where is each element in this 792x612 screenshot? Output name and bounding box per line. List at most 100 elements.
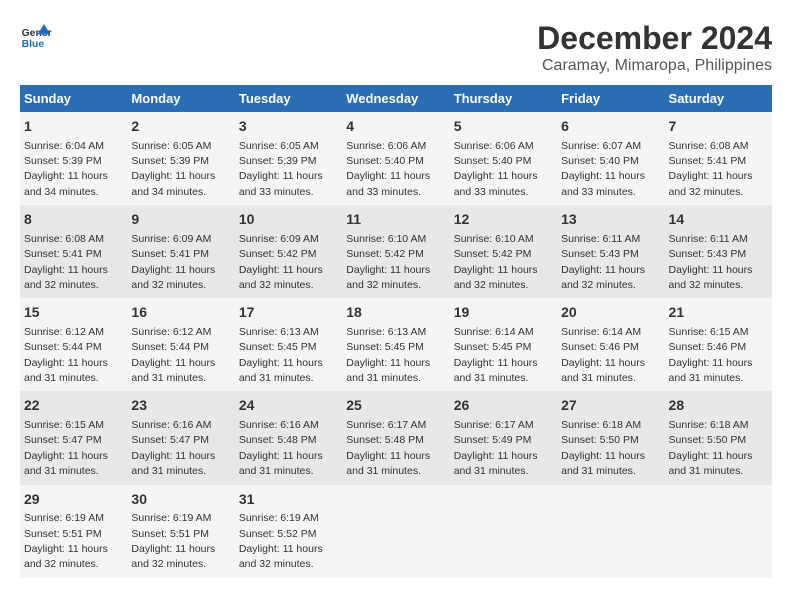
day-number: 1 bbox=[24, 117, 123, 137]
calendar-cell: 19 Sunrise: 6:14 AMSunset: 5:45 PMDayligh… bbox=[450, 298, 557, 391]
calendar-cell: 3 Sunrise: 6:05 AMSunset: 5:39 PMDaylight… bbox=[235, 112, 342, 205]
column-header-friday: Friday bbox=[557, 85, 664, 112]
day-number: 25 bbox=[346, 396, 445, 416]
column-header-tuesday: Tuesday bbox=[235, 85, 342, 112]
day-number: 16 bbox=[131, 303, 230, 323]
logo-icon: General Blue bbox=[20, 20, 52, 52]
week-row-5: 29Sunrise: 6:19 AMSunset: 5:51 PMDayligh… bbox=[20, 485, 772, 578]
day-number: 23 bbox=[131, 396, 230, 416]
day-number: 28 bbox=[669, 396, 768, 416]
day-number: 8 bbox=[24, 210, 123, 230]
day-number: 24 bbox=[239, 396, 338, 416]
day-number: 2 bbox=[131, 117, 230, 137]
calendar-table: SundayMondayTuesdayWednesdayThursdayFrid… bbox=[20, 85, 772, 578]
day-number: 21 bbox=[669, 303, 768, 323]
calendar-cell: 9 Sunrise: 6:09 AMSunset: 5:41 PMDaylight… bbox=[127, 205, 234, 298]
calendar-cell bbox=[450, 485, 557, 578]
day-number: 18 bbox=[346, 303, 445, 323]
day-info: Sunrise: 6:19 AMSunset: 5:52 PMDaylight:… bbox=[239, 512, 323, 570]
day-info: Sunrise: 6:18 AMSunset: 5:50 PMDaylight:… bbox=[561, 419, 645, 477]
calendar-cell: 4 Sunrise: 6:06 AMSunset: 5:40 PMDaylight… bbox=[342, 112, 449, 205]
day-number: 3 bbox=[239, 117, 338, 137]
day-info: Sunrise: 6:12 AMSunset: 5:44 PMDaylight:… bbox=[24, 326, 108, 384]
day-number: 30 bbox=[131, 490, 230, 510]
header-row: SundayMondayTuesdayWednesdayThursdayFrid… bbox=[20, 85, 772, 112]
page-header: General Blue December 2024 Caramay, Mima… bbox=[20, 20, 772, 75]
calendar-cell: 1Sunrise: 6:04 AMSunset: 5:39 PMDaylight… bbox=[20, 112, 127, 205]
calendar-cell: 15 Sunrise: 6:12 AMSunset: 5:44 PMDayligh… bbox=[20, 298, 127, 391]
day-info: Sunrise: 6:09 AMSunset: 5:42 PMDaylight:… bbox=[239, 233, 323, 291]
day-info: Sunrise: 6:16 AMSunset: 5:48 PMDaylight:… bbox=[239, 419, 323, 477]
calendar-cell: 30Sunrise: 6:19 AMSunset: 5:51 PMDayligh… bbox=[127, 485, 234, 578]
calendar-cell: 29Sunrise: 6:19 AMSunset: 5:51 PMDayligh… bbox=[20, 485, 127, 578]
day-info: Sunrise: 6:19 AMSunset: 5:51 PMDaylight:… bbox=[131, 512, 215, 570]
calendar-cell: 18 Sunrise: 6:13 AMSunset: 5:45 PMDayligh… bbox=[342, 298, 449, 391]
calendar-cell bbox=[557, 485, 664, 578]
day-number: 19 bbox=[454, 303, 553, 323]
day-info: Sunrise: 6:15 AMSunset: 5:46 PMDaylight:… bbox=[669, 326, 753, 384]
day-number: 4 bbox=[346, 117, 445, 137]
calendar-cell: 8Sunrise: 6:08 AMSunset: 5:41 PMDaylight… bbox=[20, 205, 127, 298]
calendar-cell: 28 Sunrise: 6:18 AMSunset: 5:50 PMDayligh… bbox=[665, 391, 772, 484]
day-number: 15 bbox=[24, 303, 123, 323]
calendar-cell: 13 Sunrise: 6:11 AMSunset: 5:43 PMDayligh… bbox=[557, 205, 664, 298]
calendar-cell: 20Sunrise: 6:14 AMSunset: 5:46 PMDayligh… bbox=[557, 298, 664, 391]
day-info: Sunrise: 6:06 AMSunset: 5:40 PMDaylight:… bbox=[454, 140, 538, 198]
day-number: 12 bbox=[454, 210, 553, 230]
calendar-cell: 17Sunrise: 6:13 AMSunset: 5:45 PMDayligh… bbox=[235, 298, 342, 391]
day-number: 5 bbox=[454, 117, 553, 137]
day-info: Sunrise: 6:14 AMSunset: 5:45 PMDaylight:… bbox=[454, 326, 538, 384]
calendar-cell: 24 Sunrise: 6:16 AMSunset: 5:48 PMDayligh… bbox=[235, 391, 342, 484]
day-info: Sunrise: 6:12 AMSunset: 5:44 PMDaylight:… bbox=[131, 326, 215, 384]
calendar-cell: 16 Sunrise: 6:12 AMSunset: 5:44 PMDayligh… bbox=[127, 298, 234, 391]
day-number: 6 bbox=[561, 117, 660, 137]
day-info: Sunrise: 6:15 AMSunset: 5:47 PMDaylight:… bbox=[24, 419, 108, 477]
day-info: Sunrise: 6:10 AMSunset: 5:42 PMDaylight:… bbox=[346, 233, 430, 291]
calendar-cell: 2 Sunrise: 6:05 AMSunset: 5:39 PMDaylight… bbox=[127, 112, 234, 205]
title-block: December 2024 Caramay, Mimaropa, Philipp… bbox=[537, 20, 772, 75]
day-info: Sunrise: 6:11 AMSunset: 5:43 PMDaylight:… bbox=[669, 233, 753, 291]
day-info: Sunrise: 6:10 AMSunset: 5:42 PMDaylight:… bbox=[454, 233, 538, 291]
column-header-monday: Monday bbox=[127, 85, 234, 112]
day-number: 13 bbox=[561, 210, 660, 230]
logo: General Blue bbox=[20, 20, 52, 52]
week-row-1: 1Sunrise: 6:04 AMSunset: 5:39 PMDaylight… bbox=[20, 112, 772, 205]
day-number: 9 bbox=[131, 210, 230, 230]
calendar-cell: 14Sunrise: 6:11 AMSunset: 5:43 PMDayligh… bbox=[665, 205, 772, 298]
calendar-cell: 31Sunrise: 6:19 AMSunset: 5:52 PMDayligh… bbox=[235, 485, 342, 578]
day-number: 17 bbox=[239, 303, 338, 323]
column-header-sunday: Sunday bbox=[20, 85, 127, 112]
day-number: 11 bbox=[346, 210, 445, 230]
page-title: December 2024 bbox=[537, 20, 772, 57]
day-info: Sunrise: 6:18 AMSunset: 5:50 PMDaylight:… bbox=[669, 419, 753, 477]
week-row-3: 15 Sunrise: 6:12 AMSunset: 5:44 PMDayligh… bbox=[20, 298, 772, 391]
column-header-thursday: Thursday bbox=[450, 85, 557, 112]
day-info: Sunrise: 6:06 AMSunset: 5:40 PMDaylight:… bbox=[346, 140, 430, 198]
calendar-cell: 21 Sunrise: 6:15 AMSunset: 5:46 PMDayligh… bbox=[665, 298, 772, 391]
calendar-cell: 10 Sunrise: 6:09 AMSunset: 5:42 PMDayligh… bbox=[235, 205, 342, 298]
day-number: 26 bbox=[454, 396, 553, 416]
day-info: Sunrise: 6:07 AMSunset: 5:40 PMDaylight:… bbox=[561, 140, 645, 198]
calendar-cell: 6 Sunrise: 6:07 AMSunset: 5:40 PMDaylight… bbox=[557, 112, 664, 205]
column-header-saturday: Saturday bbox=[665, 85, 772, 112]
day-info: Sunrise: 6:09 AMSunset: 5:41 PMDaylight:… bbox=[131, 233, 215, 291]
calendar-cell: 7 Sunrise: 6:08 AMSunset: 5:41 PMDaylight… bbox=[665, 112, 772, 205]
day-info: Sunrise: 6:13 AMSunset: 5:45 PMDaylight:… bbox=[346, 326, 430, 384]
week-row-2: 8Sunrise: 6:08 AMSunset: 5:41 PMDaylight… bbox=[20, 205, 772, 298]
day-info: Sunrise: 6:08 AMSunset: 5:41 PMDaylight:… bbox=[669, 140, 753, 198]
day-number: 7 bbox=[669, 117, 768, 137]
day-info: Sunrise: 6:05 AMSunset: 5:39 PMDaylight:… bbox=[239, 140, 323, 198]
calendar-cell bbox=[665, 485, 772, 578]
column-header-wednesday: Wednesday bbox=[342, 85, 449, 112]
day-number: 10 bbox=[239, 210, 338, 230]
day-info: Sunrise: 6:05 AMSunset: 5:39 PMDaylight:… bbox=[131, 140, 215, 198]
day-number: 31 bbox=[239, 490, 338, 510]
calendar-cell: 5 Sunrise: 6:06 AMSunset: 5:40 PMDaylight… bbox=[450, 112, 557, 205]
day-info: Sunrise: 6:11 AMSunset: 5:43 PMDaylight:… bbox=[561, 233, 645, 291]
calendar-cell: 27 Sunrise: 6:18 AMSunset: 5:50 PMDayligh… bbox=[557, 391, 664, 484]
day-info: Sunrise: 6:17 AMSunset: 5:49 PMDaylight:… bbox=[454, 419, 538, 477]
day-info: Sunrise: 6:14 AMSunset: 5:46 PMDaylight:… bbox=[561, 326, 645, 384]
day-number: 27 bbox=[561, 396, 660, 416]
calendar-cell: 26 Sunrise: 6:17 AMSunset: 5:49 PMDayligh… bbox=[450, 391, 557, 484]
calendar-cell: 11 Sunrise: 6:10 AMSunset: 5:42 PMDayligh… bbox=[342, 205, 449, 298]
